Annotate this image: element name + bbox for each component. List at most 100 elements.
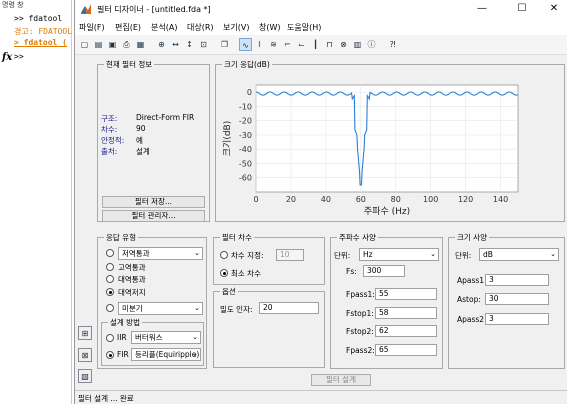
maximize-button[interactable]: ☐ <box>511 2 533 16</box>
new-icon[interactable]: ▢ <box>78 38 91 51</box>
design-filter-button[interactable]: 필터 설계 <box>311 374 371 386</box>
magnitude-response-icon[interactable]: ∿ <box>239 38 252 51</box>
iir-method-value: 버터워스 <box>135 333 163 342</box>
fir-method-value: 등리플(Equiripple) <box>135 350 200 359</box>
pole-zero-editor-icon[interactable]: ⊠ <box>78 348 92 362</box>
differentiator-label: 미분기 <box>122 304 143 313</box>
pole-zero-icon[interactable]: ⊗ <box>337 38 350 51</box>
panel-title: 현재 필터 정보 <box>104 59 155 70</box>
magnitude-spec-title: 크기 사양 <box>455 232 489 243</box>
iir-label: IIR <box>117 333 127 342</box>
mag-units-value: dB <box>483 250 493 259</box>
zoom-y-icon[interactable]: ↕ <box>183 38 196 51</box>
specify-order-input[interactable]: 10 <box>276 249 304 261</box>
bandpass-label: 대역통과 <box>118 275 146 284</box>
fir-label: FIR <box>117 350 129 359</box>
whats-this-icon[interactable]: ⁈ <box>386 38 399 51</box>
minimum-order-radio[interactable] <box>220 269 228 277</box>
window-title: 필터 디자이너 - [untitled.fda *] <box>97 5 211 14</box>
density-factor-input[interactable]: 20 <box>259 302 319 314</box>
astop-input[interactable]: 30 <box>485 293 549 305</box>
filter-order-title: 필터 차수 <box>220 232 254 243</box>
menu-help[interactable]: 도움말(H) <box>287 22 321 33</box>
y-tick-label: -10 <box>239 102 252 111</box>
apass1-input[interactable]: 3 <box>485 274 549 286</box>
fstop2-input[interactable]: 62 <box>375 325 437 337</box>
source-value: 설계 <box>136 147 150 156</box>
magnitude-response-chart: 0 20 40 60 80 100 120 140 0 -10 -20 -30 -40 -50 -60 주파수… <box>222 84 519 217</box>
mag-phase-icon[interactable]: ≋ <box>267 38 280 51</box>
design-filter-icon[interactable]: ⊞ <box>78 326 92 340</box>
menu-edit[interactable]: 편집(E) <box>115 22 141 33</box>
coefficients-icon[interactable]: ▥ <box>351 38 364 51</box>
response-type-panel: 응답 유형 저역통과 ⌄ 고역통과 대역통과 대역저지 미분기 ⌄ 설계 방법 II… <box>97 232 207 369</box>
highpass-label: 고역통과 <box>118 263 146 272</box>
close-button[interactable]: ✕ <box>543 2 565 16</box>
response-type-title: 응답 유형 <box>104 232 138 243</box>
bandstop-radio[interactable] <box>106 288 114 296</box>
chevron-down-icon: ⌄ <box>194 304 200 312</box>
chevron-down-icon: ⌄ <box>430 250 436 258</box>
save-icon[interactable]: ▣ <box>106 38 119 51</box>
fstop1-label: Fstop1: <box>346 309 374 318</box>
fstop1-input[interactable]: 58 <box>375 307 437 319</box>
full-view-icon[interactable]: ⊡ <box>197 38 210 51</box>
differentiator-select[interactable]: 미분기 ⌄ <box>118 302 203 315</box>
print-icon[interactable]: ⎙ <box>120 38 133 51</box>
apass2-input[interactable]: 3 <box>485 313 549 325</box>
realize-model-icon[interactable]: ▧ <box>78 369 92 383</box>
x-tick-label: 0 <box>253 195 258 204</box>
store-filter-button[interactable]: 필터 저장... <box>102 196 205 208</box>
specify-order-radio[interactable] <box>220 251 228 259</box>
frequency-spec-title: 주파수 사양 <box>337 232 378 243</box>
lowpass-radio[interactable] <box>106 249 114 257</box>
phase-delay-icon[interactable]: ⌙ <box>295 38 308 51</box>
print-preview-icon[interactable]: ▦ <box>134 38 147 51</box>
info-icon[interactable]: ⓘ <box>365 38 378 51</box>
x-axis-label: 주파수 (Hz) <box>364 206 410 217</box>
x-tick-label: 140 <box>493 195 508 204</box>
menu-targets[interactable]: 대상(R) <box>187 22 214 33</box>
x-tick-label: 80 <box>391 195 401 204</box>
bandpass-radio[interactable] <box>106 275 114 283</box>
filter-manager-button[interactable]: 필터 관리자... <box>102 210 205 222</box>
command-window: 명령 창 >> fdatool 경고: FDATOOL > fdatool ( … <box>0 0 72 404</box>
fs-input[interactable]: 300 <box>363 265 405 277</box>
menu-view[interactable]: 보기(V) <box>223 22 249 33</box>
lowpass-select[interactable]: 저역통과 ⌄ <box>118 247 203 260</box>
matlab-logo-icon <box>81 4 91 14</box>
group-delay-icon[interactable]: ⌐ <box>281 38 294 51</box>
title-bar: 필터 디자이너 - [untitled.fda *] — ☐ ✕ <box>75 0 567 19</box>
menu-file[interactable]: 파일(F) <box>79 22 105 33</box>
impulse-response-icon[interactable]: ┃ <box>309 38 322 51</box>
fpass2-label: Fpass2: <box>346 346 375 355</box>
fpass2-input[interactable]: 65 <box>375 344 437 356</box>
new-figure-icon[interactable]: ❐ <box>218 38 231 51</box>
fpass1-input[interactable]: 55 <box>375 288 437 300</box>
bandstop-label: 대역저지 <box>118 288 146 297</box>
minimize-button[interactable]: — <box>471 2 493 16</box>
apass2-label: Apass2: <box>457 315 487 324</box>
freq-units-select[interactable]: Hz ⌄ <box>359 248 439 261</box>
open-icon[interactable]: ▤ <box>92 38 105 51</box>
phase-response-icon[interactable]: ⌇ <box>253 38 266 51</box>
zoom-in-icon[interactable]: ⊕ <box>155 38 168 51</box>
design-method-title: 설계 방법 <box>108 317 142 328</box>
iir-method-select[interactable]: 버터워스 ⌄ <box>131 331 201 344</box>
freq-units-value: Hz <box>363 250 373 259</box>
fir-radio[interactable] <box>106 351 114 359</box>
command-line: >> fdatool <box>14 14 63 23</box>
fir-method-select[interactable]: 등리플(Equiripple) ⌄ <box>131 348 201 361</box>
highpass-radio[interactable] <box>106 263 114 271</box>
mag-units-select[interactable]: dB ⌄ <box>479 248 559 261</box>
command-link[interactable]: > fdatool ( <box>14 38 67 47</box>
options-title: 옵션 <box>220 286 238 297</box>
frequency-spec-panel: 주파수 사양 단위: Hz ⌄ Fs: 300 Fpass1: 55 Fstop1… <box>330 232 443 369</box>
command-prompt[interactable]: >> <box>14 52 24 61</box>
step-response-icon[interactable]: ⊓ <box>323 38 336 51</box>
differentiator-radio[interactable] <box>106 304 114 312</box>
menu-window[interactable]: 창(W) <box>259 22 281 33</box>
zoom-x-icon[interactable]: ↔ <box>169 38 182 51</box>
iir-radio[interactable] <box>106 334 114 342</box>
menu-analysis[interactable]: 분석(A) <box>151 22 177 33</box>
